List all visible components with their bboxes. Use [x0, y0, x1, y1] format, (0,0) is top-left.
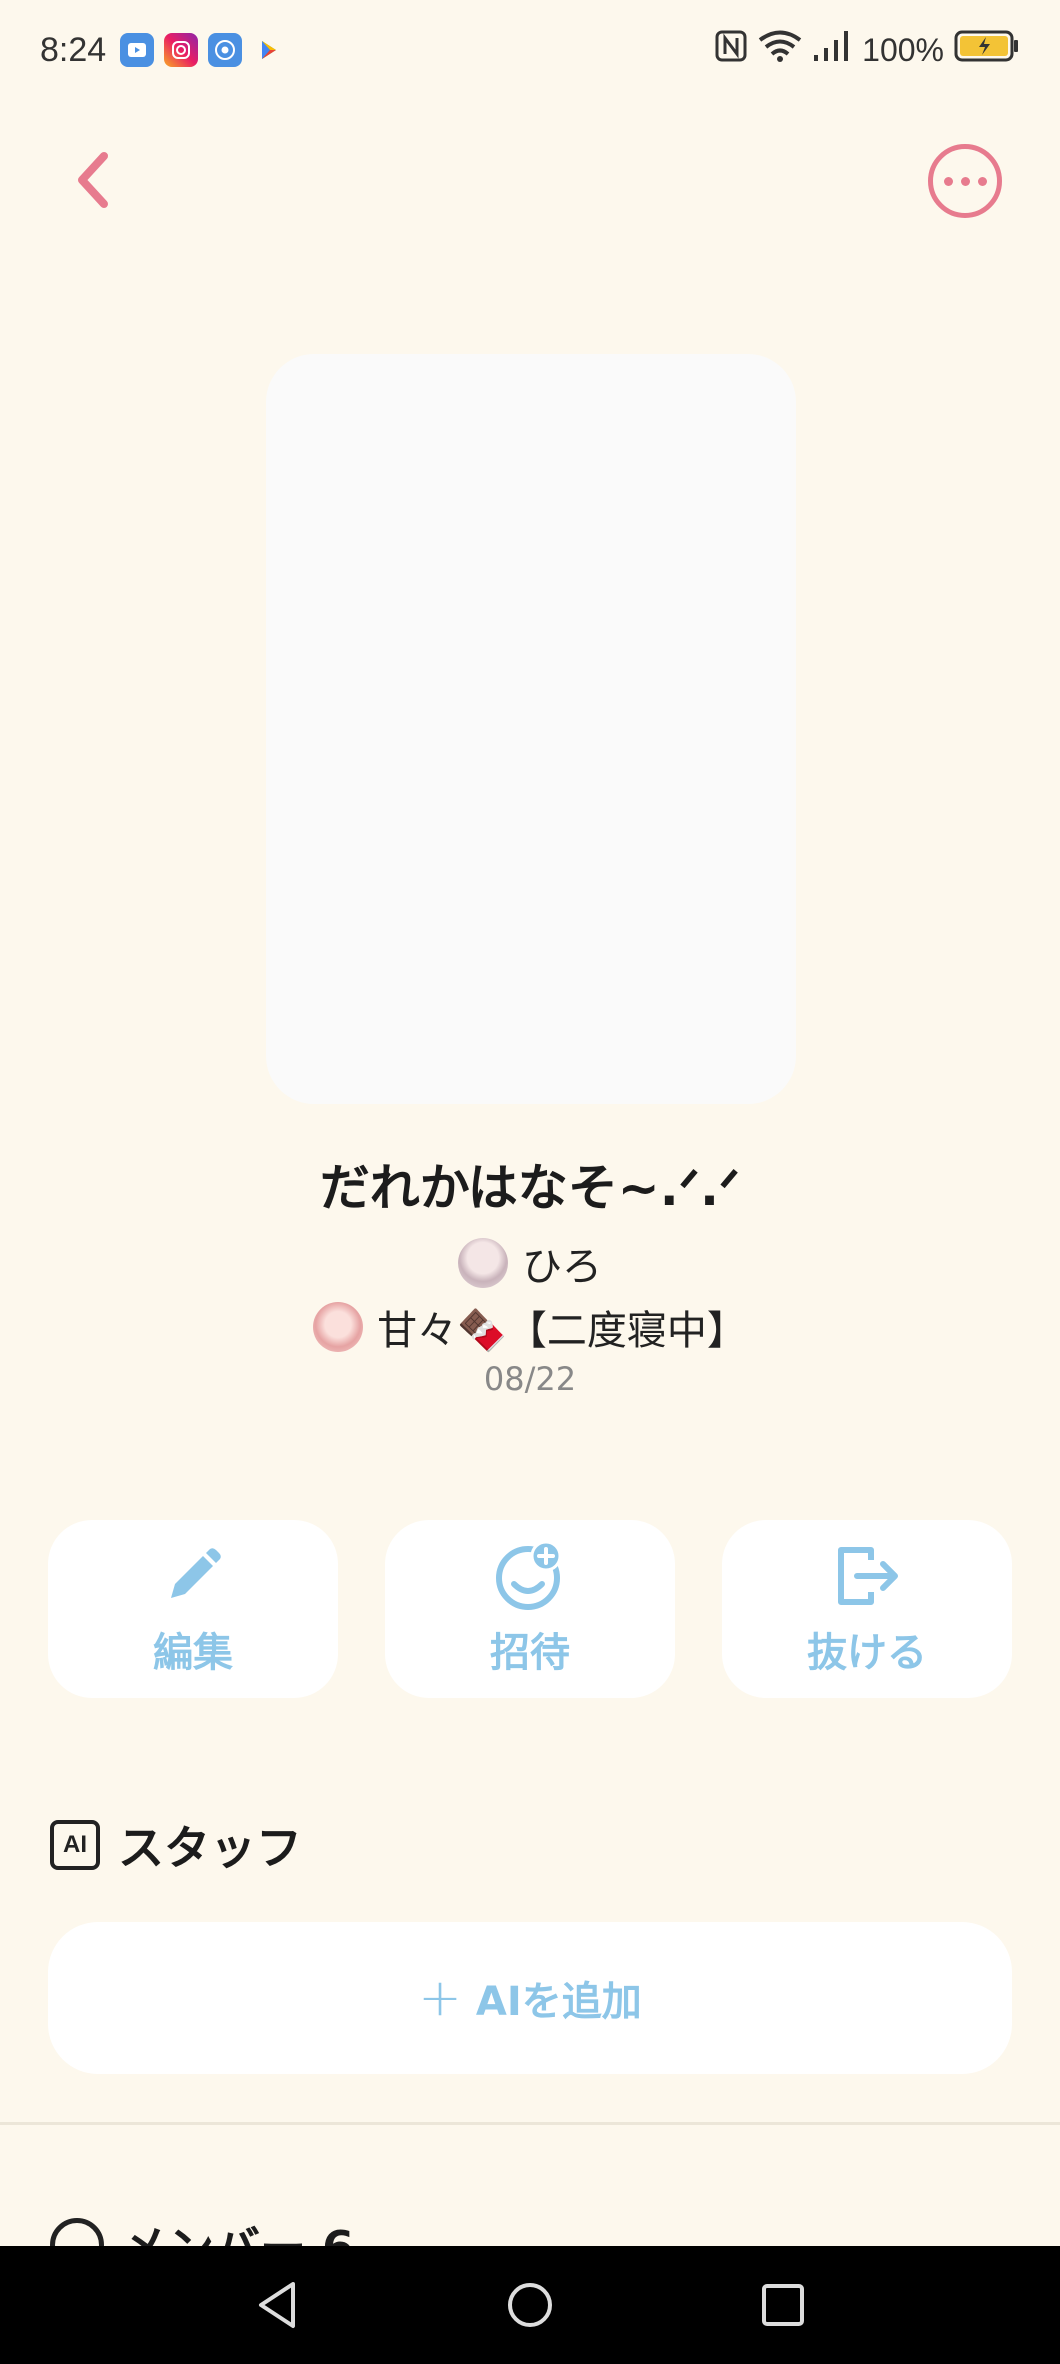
- action-row: 編集 招待 抜ける: [48, 1520, 1012, 1698]
- room-date: 08/22: [483, 1360, 577, 1398]
- member-name: ひろ: [522, 1244, 602, 1290]
- chrome-icon: [208, 33, 243, 67]
- divider: [0, 2122, 1060, 2125]
- member-row[interactable]: 甘々🍫【二度寝中】: [0, 1298, 1060, 1356]
- edit-label: 編集: [153, 1630, 233, 1676]
- avatar: [458, 1238, 508, 1288]
- nav-recents-button[interactable]: [753, 2275, 813, 2335]
- battery-icon: [954, 29, 1020, 71]
- signal-icon: [812, 29, 852, 71]
- plus-icon: +: [418, 1968, 462, 2028]
- invite-label: 招待: [490, 1630, 570, 1676]
- add-ai-button[interactable]: + AIを追加: [48, 1922, 1012, 2074]
- status-left: 8:24: [40, 31, 286, 70]
- leave-label: 抜ける: [807, 1630, 927, 1676]
- back-button[interactable]: [64, 140, 120, 220]
- invite-icon: [494, 1540, 566, 1612]
- pencil-icon: [157, 1540, 229, 1612]
- staff-title: スタッフ: [118, 1821, 302, 1875]
- more-icon-dot: [977, 176, 987, 186]
- nav-home-button[interactable]: [500, 2275, 560, 2335]
- battery-percent: 100%: [862, 31, 944, 68]
- edit-button[interactable]: 編集: [48, 1520, 338, 1698]
- youtube-icon: [120, 33, 155, 67]
- room-cover-image[interactable]: [266, 354, 796, 1104]
- more-icon-dot: [960, 176, 970, 186]
- member-name: 甘々🍫【二度寝中】: [377, 1308, 747, 1354]
- nfc-icon: [714, 29, 748, 71]
- chevron-left-icon: [78, 152, 108, 208]
- staff-section-header: AI スタッフ: [50, 1812, 302, 1878]
- avatar: [313, 1302, 364, 1352]
- square-recents-icon: [762, 2284, 805, 2326]
- google-play-icon: [252, 33, 286, 67]
- status-time: 8:24: [40, 30, 107, 69]
- circle-home-icon: [507, 2283, 552, 2327]
- invite-button[interactable]: 招待: [385, 1520, 675, 1698]
- member-row[interactable]: ひろ: [0, 1234, 1060, 1292]
- ai-icon: AI: [50, 1820, 100, 1870]
- add-ai-label: AIを追加: [475, 1979, 642, 2025]
- more-icon-dot: [943, 176, 953, 186]
- system-nav-bar: [0, 2246, 1060, 2364]
- status-right: 100%: [714, 29, 1020, 71]
- wifi-icon: [758, 29, 802, 71]
- room-title: だれかはなそ~.ᐟ.ᐟ: [319, 1159, 741, 1217]
- nav-back-button[interactable]: [247, 2275, 307, 2335]
- leave-icon: [831, 1540, 903, 1612]
- more-button[interactable]: [928, 144, 1002, 218]
- leave-button[interactable]: 抜ける: [722, 1520, 1012, 1698]
- triangle-back-icon: [258, 2282, 295, 2328]
- status-bar: 8:24 100%: [0, 0, 1060, 100]
- instagram-icon: [164, 33, 199, 67]
